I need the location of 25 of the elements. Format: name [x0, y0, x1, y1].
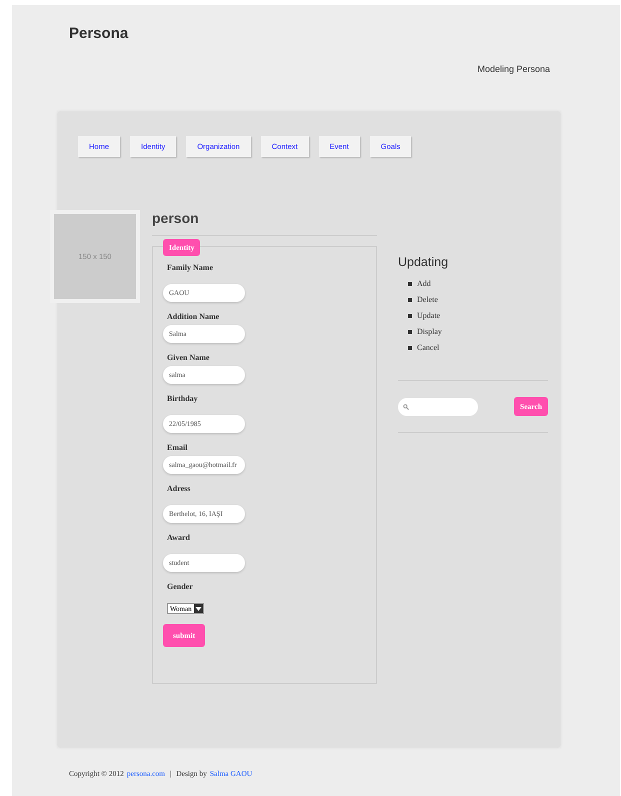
menu-item[interactable]: Display	[417, 327, 442, 336]
bullet-icon	[408, 314, 412, 318]
field-label: Gender	[167, 582, 194, 591]
field-label: Email	[167, 443, 188, 452]
bullet-icon	[408, 298, 412, 302]
bullet-icon	[408, 330, 412, 334]
bullet-icon	[408, 346, 412, 350]
field-label: Award	[167, 533, 191, 542]
search-icon	[403, 404, 409, 410]
field-label: Family Name	[167, 263, 214, 272]
section-heading: person	[152, 210, 377, 236]
site-tagline: Modeling Persona	[477, 64, 550, 74]
field-label: Addition Name	[167, 312, 220, 321]
menu-item[interactable]: Delete	[417, 295, 438, 304]
bullet-icon	[408, 282, 412, 286]
site-title: Persona	[69, 25, 130, 42]
menu-item[interactable]: Update	[417, 311, 440, 320]
field-label: Adress	[167, 484, 192, 493]
field-label: Given Name	[167, 353, 210, 362]
menu-item[interactable]: Add	[417, 279, 431, 288]
menu-item[interactable]: Cancel	[417, 343, 440, 352]
search-field[interactable]	[398, 398, 478, 416]
caret-icon	[194, 604, 203, 613]
sidebar-heading: Updating	[398, 255, 450, 269]
field-label: Birthday	[167, 394, 199, 403]
